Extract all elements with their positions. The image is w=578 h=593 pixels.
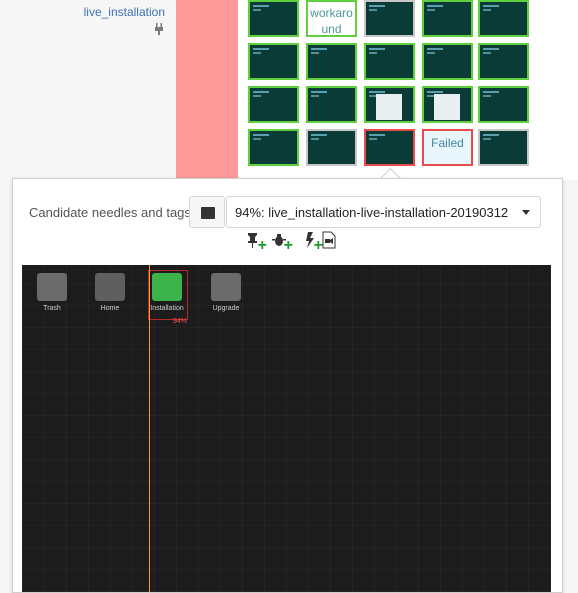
needle-select[interactable]: 94%: live_installation-live-installation… [226, 196, 541, 228]
file-video-icon[interactable] [322, 231, 344, 251]
thumbnail[interactable] [306, 86, 357, 123]
thumbnail[interactable] [248, 43, 299, 80]
desktop-icon-trash[interactable]: Trash [25, 273, 79, 312]
screenshot-view[interactable]: Trash Home Installation Upgrade 94% [22, 265, 551, 592]
home-folder-icon [95, 273, 125, 301]
thumbnail[interactable] [422, 0, 473, 37]
desktop-icon-home[interactable]: Home [83, 273, 137, 312]
thumbnail[interactable] [422, 43, 473, 80]
result-strip [176, 0, 238, 180]
image-button[interactable] [189, 196, 225, 228]
chevron-down-icon [522, 210, 530, 215]
module-link[interactable]: live_installation [84, 5, 165, 19]
wallpaper [22, 265, 551, 592]
thumbnail[interactable] [478, 129, 529, 166]
divider-line [149, 265, 150, 592]
thumbnail[interactable] [306, 43, 357, 80]
thumbnail[interactable] [478, 0, 529, 37]
thumbnail[interactable] [364, 0, 415, 37]
thumbnail[interactable] [364, 129, 415, 166]
candidate-label: Candidate needles and tags: [29, 205, 195, 220]
needle-popover: Candidate needles and tags: 94%: live_in… [12, 178, 563, 593]
desktop-icon-upgrade[interactable]: Upgrade [199, 273, 253, 312]
desktop-icon-label: Upgrade [212, 305, 240, 312]
thumbnail[interactable] [364, 43, 415, 80]
thumbnail[interactable] [248, 129, 299, 166]
thumbnail[interactable]: Failed [422, 129, 473, 166]
desktop-icon-label: Trash [43, 305, 61, 312]
thumbnail[interactable] [306, 129, 357, 166]
bug-plus-icon[interactable]: + [271, 231, 293, 254]
needle-select-value: 94%: live_installation-live-installation… [235, 205, 509, 220]
pin-plus-icon[interactable]: + [245, 231, 267, 254]
thumbnail[interactable] [248, 0, 299, 37]
left-panel: live_installation [0, 0, 176, 180]
plug-icon [154, 22, 164, 40]
thumbnail[interactable]: workaro und [306, 0, 357, 37]
thumbnail[interactable] [478, 86, 529, 123]
thumbnail[interactable] [364, 86, 415, 123]
thumbnail[interactable] [422, 86, 473, 123]
download-icon [152, 273, 182, 301]
bolt-plus-icon[interactable]: + [301, 231, 323, 254]
desktop-icon-label: Home [100, 305, 120, 312]
match-percent: 94% [173, 318, 188, 325]
thumbnail[interactable] [478, 43, 529, 80]
trash-icon [37, 273, 67, 301]
upgrade-icon [211, 273, 241, 301]
thumbnail[interactable] [248, 86, 299, 123]
image-icon [201, 207, 215, 219]
